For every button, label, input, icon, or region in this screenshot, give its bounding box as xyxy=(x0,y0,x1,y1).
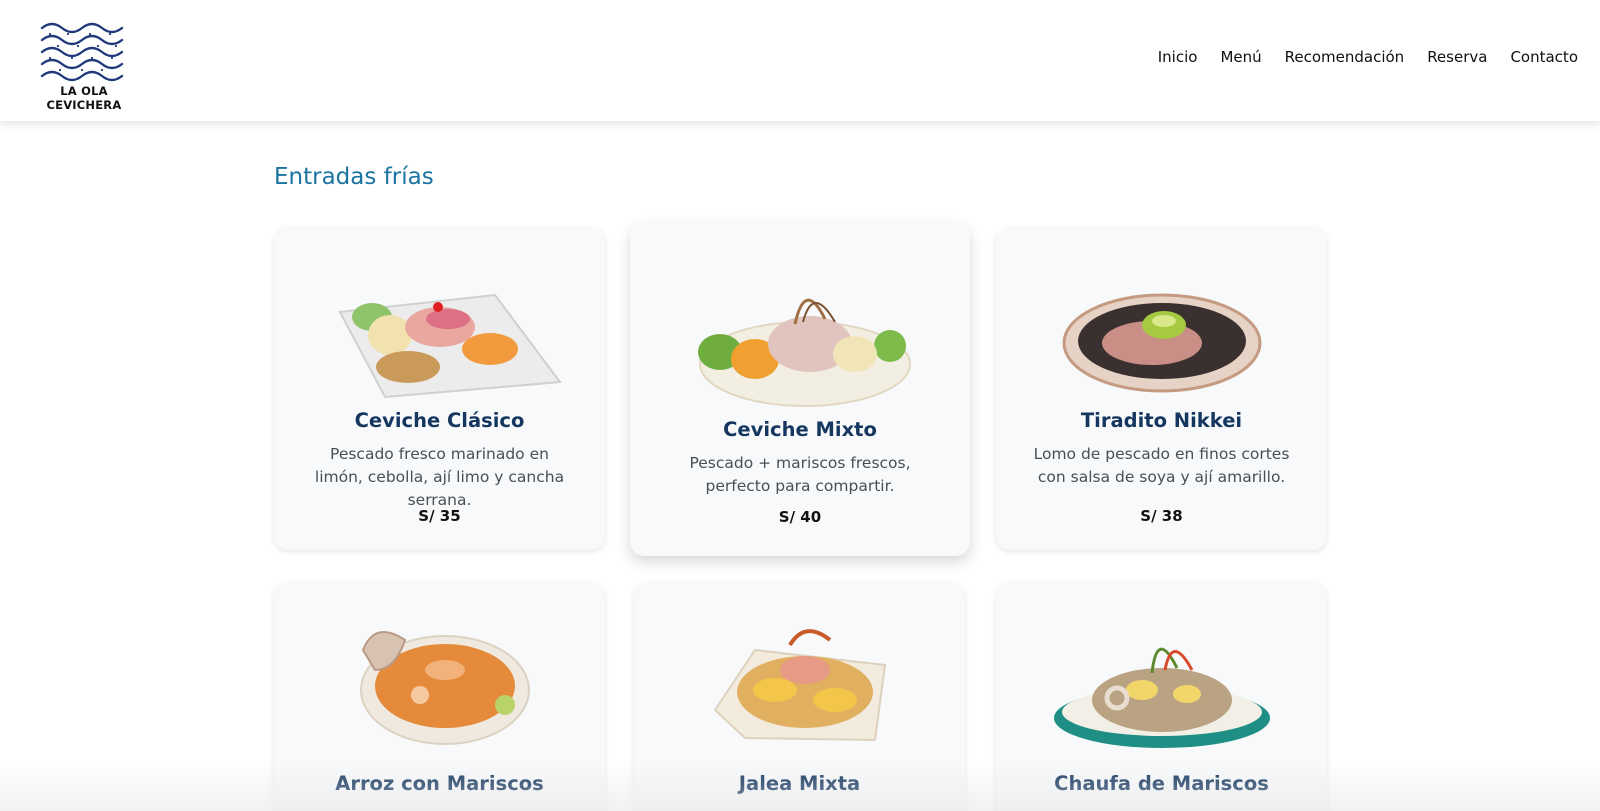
nav-contacto[interactable]: Contacto xyxy=(1510,48,1578,66)
dish-description: Pescado + mariscos frescos, perfecto par… xyxy=(689,454,911,495)
main-nav: Inicio Menú Recomendación Reserva Contac… xyxy=(1158,48,1578,66)
nav-reserva[interactable]: Reserva xyxy=(1427,48,1487,66)
dish-name: Ceviche Clásico xyxy=(354,409,525,432)
dish-card-tiradito-nikkei[interactable]: Tiradito Nikkei Lomo de pescado en finos… xyxy=(996,227,1327,550)
nav-recomendacion[interactable]: Recomendación xyxy=(1285,48,1405,66)
dish-description: Lomo de pescado en finos cortes con sals… xyxy=(1033,445,1290,486)
dish-price: S/ 40 xyxy=(778,508,822,526)
dish-name: Ceviche Mixto xyxy=(723,418,877,441)
brand-name: LA OLA CEVICHERA xyxy=(46,84,122,112)
dish-card-jalea-mixta[interactable]: Jalea Mixta xyxy=(634,582,965,811)
site-header: LA OLA CEVICHERA Inicio Menú Recomendaci… xyxy=(0,0,1600,121)
dish-price: S/ 38 xyxy=(1140,507,1183,525)
dish-name: Jalea Mixta xyxy=(738,772,861,795)
dish-name: Arroz con Mariscos xyxy=(335,772,544,795)
dish-description: Pescado fresco marinado en limón, ceboll… xyxy=(314,445,565,509)
dish-image-ceviche-mixto xyxy=(698,298,911,407)
wave-logo-icon xyxy=(40,22,124,82)
dish-name: Tiradito Nikkei xyxy=(1080,409,1243,432)
section-title: Entradas frías xyxy=(274,164,434,190)
dish-image-arroz-con-mariscos xyxy=(359,631,530,745)
dish-image-ceviche-clasico xyxy=(337,293,562,399)
dish-card-arroz-con-mariscos[interactable]: Arroz con Mariscos xyxy=(274,582,605,811)
dish-card-chaufa-de-mariscos[interactable]: Chaufa de Mariscos xyxy=(996,582,1327,811)
dish-image-tiradito-nikkei xyxy=(1062,293,1261,393)
dish-image-chaufa-de-mariscos xyxy=(1053,647,1270,748)
dish-image-jalea-mixta xyxy=(713,629,886,742)
nav-inicio[interactable]: Inicio xyxy=(1158,48,1198,66)
dish-name: Chaufa de Mariscos xyxy=(1054,772,1269,795)
nav-menu[interactable]: Menú xyxy=(1220,48,1261,66)
dish-price: S/ 35 xyxy=(418,507,461,525)
brand-logo[interactable]: LA OLA CEVICHERA xyxy=(22,20,146,112)
dish-card-ceviche-clasico[interactable]: Ceviche Clásico Pescado fresco marinado … xyxy=(274,227,605,550)
dish-card-ceviche-mixto[interactable]: Ceviche Mixto Pescado + mariscos frescos… xyxy=(630,222,970,556)
